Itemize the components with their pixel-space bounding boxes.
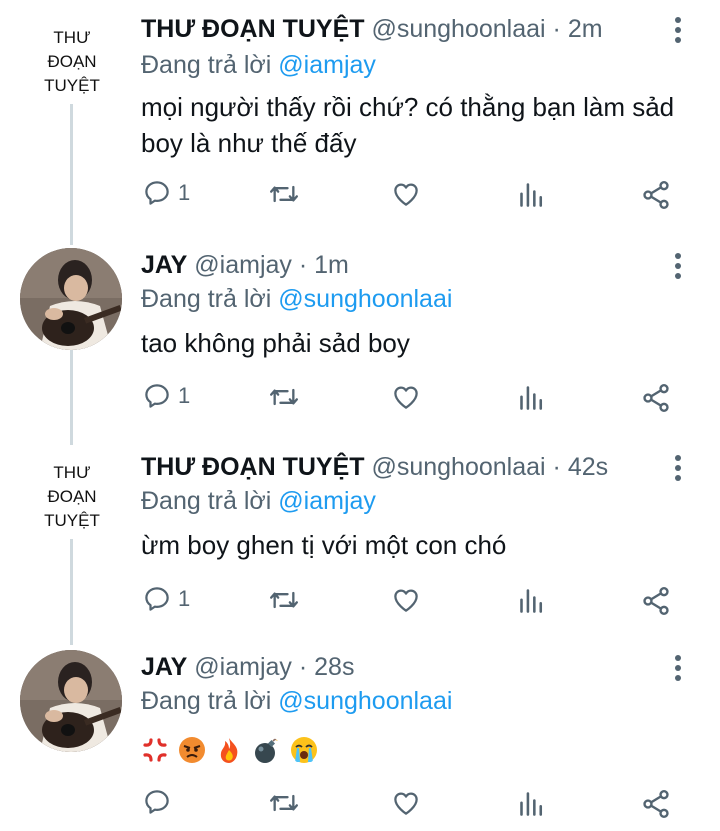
timestamp[interactable]: · 28s: [299, 653, 355, 681]
bomb-icon: [254, 737, 280, 764]
avatar[interactable]: [20, 248, 122, 350]
handle[interactable]: @sunghoonlaai: [371, 453, 545, 481]
views-button[interactable]: [518, 587, 546, 615]
timestamp[interactable]: · 1m: [299, 251, 349, 279]
display-name[interactable]: JAY: [141, 653, 187, 681]
retweet-button[interactable]: [267, 180, 301, 208]
reply-button[interactable]: 1: [142, 178, 190, 208]
reply-count: 1: [178, 586, 191, 611]
share-icon: [643, 384, 669, 412]
avatar[interactable]: THƯ ĐOẠN TUYỆT: [22, 455, 122, 539]
avatar[interactable]: THƯ ĐOẠN TUYỆT: [22, 20, 122, 104]
loudly-crying-face-icon: [290, 737, 317, 764]
views-icon: [520, 386, 543, 410]
display-name[interactable]: THƯ ĐOẠN TUYỆT: [141, 453, 365, 481]
reply-icon: [145, 181, 169, 205]
timestamp[interactable]: · 42s: [553, 453, 609, 481]
tweet[interactable]: THƯ ĐOẠN TUYỆT THƯ ĐOẠN TUYỆT @sunghoonl…: [0, 12, 720, 222]
like-button[interactable]: [390, 788, 422, 818]
tweet-header: JAY @iamjay · 28s: [141, 650, 354, 684]
reply-icon: [145, 384, 169, 408]
display-name[interactable]: JAY: [141, 251, 187, 279]
mention-link[interactable]: @iamjay: [278, 51, 376, 79]
like-icon: [394, 792, 418, 815]
tweet-header: THƯ ĐOẠN TUYỆT @sunghoonlaai · 42s: [141, 450, 608, 484]
tweet-header: THƯ ĐOẠN TUYỆT @sunghoonlaai · 2m: [141, 12, 603, 46]
tweet-emojis: [141, 730, 701, 764]
like-button[interactable]: [390, 585, 422, 615]
share-button[interactable]: [640, 382, 672, 414]
timestamp[interactable]: · 2m: [553, 15, 603, 43]
angry-face-icon: [179, 737, 206, 764]
avatar-guitar-photo: [20, 650, 122, 752]
more-icon[interactable]: [668, 14, 688, 48]
handle[interactable]: @sunghoonlaai: [371, 15, 545, 43]
retweet-icon: [270, 185, 299, 203]
like-button[interactable]: [390, 179, 422, 209]
reply-count: 1: [178, 180, 191, 205]
retweet-button[interactable]: [267, 789, 301, 817]
reply-button[interactable]: 1: [142, 584, 190, 614]
replying-to: Đang trả lời @iamjay: [141, 487, 376, 515]
handle[interactable]: @iamjay: [194, 653, 292, 681]
views-icon: [520, 792, 543, 816]
share-icon: [643, 181, 669, 209]
reply-button[interactable]: [142, 787, 178, 817]
replying-to: Đang trả lời @sunghoonlaai: [141, 687, 453, 715]
views-button[interactable]: [518, 181, 546, 209]
more-icon[interactable]: [668, 652, 688, 686]
mention-link[interactable]: @sunghoonlaai: [278, 687, 452, 715]
more-icon[interactable]: [668, 250, 688, 284]
reply-button[interactable]: 1: [142, 381, 190, 411]
retweet-icon: [270, 388, 299, 406]
retweet-icon: [270, 794, 299, 812]
fire-icon: [221, 738, 238, 764]
like-button[interactable]: [390, 382, 422, 412]
reply-icon: [145, 587, 169, 611]
views-button[interactable]: [518, 384, 546, 412]
avatar-guitar-photo: [20, 248, 122, 350]
tweet-header: JAY @iamjay · 1m: [141, 248, 349, 282]
share-button[interactable]: [640, 179, 672, 211]
replying-to: Đang trả lời @sunghoonlaai: [141, 285, 453, 313]
share-button[interactable]: [640, 585, 672, 617]
views-icon: [520, 589, 543, 613]
share-icon: [643, 587, 669, 615]
tweet-text: ừm boy ghen tị với một con chó: [141, 530, 507, 560]
retweet-button[interactable]: [267, 383, 301, 411]
anger-symbol-icon: [143, 738, 167, 762]
share-icon: [643, 790, 669, 818]
tweet[interactable]: JAY @iamjay · 28s Đang trả lời @sunghoon…: [0, 650, 720, 831]
mention-link[interactable]: @sunghoonlaai: [278, 285, 452, 313]
retweet-button[interactable]: [267, 586, 301, 614]
handle[interactable]: @iamjay: [194, 251, 292, 279]
tweet[interactable]: THƯ ĐOẠN TUYỆT THƯ ĐOẠN TUYỆT @sunghoonl…: [0, 450, 720, 630]
display-name[interactable]: THƯ ĐOẠN TUYỆT: [141, 15, 365, 43]
views-button[interactable]: [518, 790, 546, 818]
like-icon: [394, 183, 418, 206]
like-icon: [394, 386, 418, 409]
tweet-text: tao không phải sảd boy: [141, 328, 410, 358]
reply-icon: [145, 790, 169, 814]
like-icon: [394, 589, 418, 612]
mention-link[interactable]: @iamjay: [278, 487, 376, 515]
more-icon[interactable]: [668, 452, 688, 486]
retweet-icon: [270, 591, 299, 609]
avatar[interactable]: [20, 650, 122, 752]
share-button[interactable]: [640, 788, 672, 820]
views-icon: [520, 183, 543, 207]
tweet-text: mọi người thấy rồi chứ? có thằng bạn làm…: [141, 92, 675, 158]
replying-to: Đang trả lời @iamjay: [141, 51, 376, 79]
tweet[interactable]: JAY @iamjay · 1m Đang trả lời @sunghoonl…: [0, 248, 720, 428]
reply-count: 1: [178, 383, 191, 408]
